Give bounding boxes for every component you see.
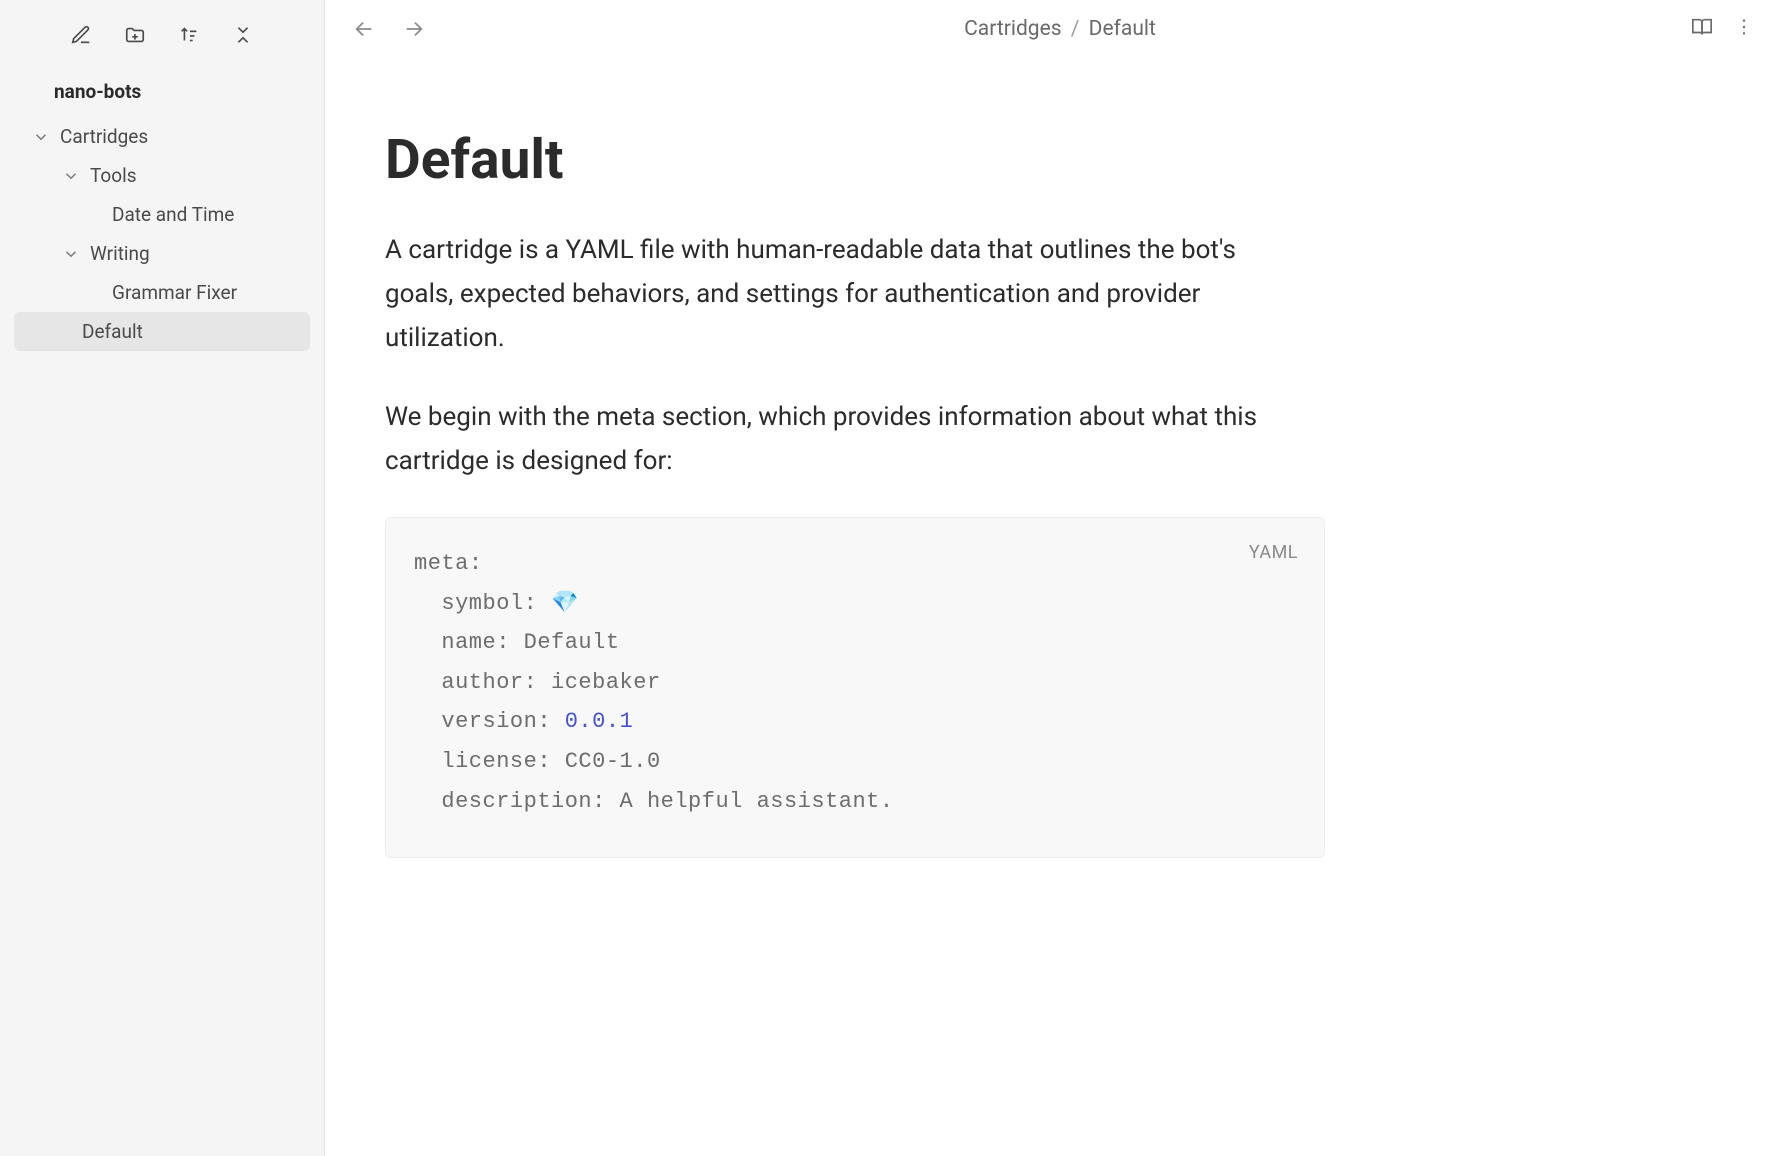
main-header: Cartridges / Default bbox=[325, 0, 1779, 58]
back-button[interactable] bbox=[349, 14, 379, 44]
document-content[interactable]: Default A cartridge is a YAML file with … bbox=[325, 58, 1779, 1156]
breadcrumb[interactable]: Cartridges / Default bbox=[437, 17, 1683, 41]
tree-label: Writing bbox=[90, 242, 150, 265]
code-token: description bbox=[441, 789, 592, 814]
code-token: CC0-1.0 bbox=[565, 749, 661, 774]
code-block: YAML meta: symbol: 💎 name: Default autho… bbox=[385, 517, 1325, 858]
new-note-icon[interactable] bbox=[68, 22, 94, 48]
code-content: meta: symbol: 💎 name: Default author: ic… bbox=[414, 544, 1296, 821]
code-language-label: YAML bbox=[1249, 542, 1298, 563]
page-title: Default bbox=[385, 128, 1719, 192]
code-token: meta bbox=[414, 551, 469, 576]
tree-label: Cartridges bbox=[60, 125, 148, 148]
tree-item-cartridges[interactable]: Cartridges bbox=[14, 117, 310, 156]
code-token: author bbox=[441, 670, 523, 695]
forward-button[interactable] bbox=[399, 14, 429, 44]
code-token: A helpful assistant. bbox=[620, 789, 894, 814]
paragraph: A cartridge is a YAML file with human-re… bbox=[385, 228, 1305, 361]
code-token: symbol bbox=[441, 591, 523, 616]
breadcrumb-current: Default bbox=[1089, 17, 1156, 41]
tree-label: Tools bbox=[90, 164, 137, 187]
tree-label: Default bbox=[82, 320, 143, 343]
code-token: name bbox=[441, 630, 496, 655]
breadcrumb-separator: / bbox=[1071, 17, 1080, 41]
file-tree: Cartridges Tools Date and Time Writing G… bbox=[0, 117, 324, 351]
main: Cartridges / Default Default A cartridge… bbox=[325, 0, 1779, 1156]
sidebar-toolbar bbox=[0, 12, 324, 58]
code-token: version bbox=[441, 709, 537, 734]
more-options-icon[interactable] bbox=[1733, 16, 1755, 42]
tree-item-date-and-time[interactable]: Date and Time bbox=[14, 195, 310, 234]
tree-item-default[interactable]: Default bbox=[14, 312, 310, 351]
new-folder-icon[interactable] bbox=[122, 22, 148, 48]
code-token: 0.0.1 bbox=[565, 709, 634, 734]
tree-item-grammar-fixer[interactable]: Grammar Fixer bbox=[14, 273, 310, 312]
code-token: Default bbox=[524, 630, 620, 655]
code-token: license bbox=[441, 749, 537, 774]
tree-item-tools[interactable]: Tools bbox=[14, 156, 310, 195]
vault-title: nano-bots bbox=[0, 58, 324, 117]
tree-label: Grammar Fixer bbox=[112, 281, 237, 304]
sort-icon[interactable] bbox=[176, 22, 202, 48]
reading-mode-icon[interactable] bbox=[1691, 16, 1713, 42]
code-token: icebaker bbox=[551, 670, 661, 695]
breadcrumb-parent: Cartridges bbox=[964, 17, 1061, 41]
code-token: 💎 bbox=[551, 591, 579, 616]
collapse-icon[interactable] bbox=[230, 22, 256, 48]
chevron-down-icon bbox=[62, 245, 80, 263]
paragraph: We begin with the meta section, which pr… bbox=[385, 395, 1305, 483]
tree-label: Date and Time bbox=[112, 203, 234, 226]
sidebar: nano-bots Cartridges Tools Date and Time… bbox=[0, 0, 325, 1156]
chevron-down-icon bbox=[32, 128, 50, 146]
tree-item-writing[interactable]: Writing bbox=[14, 234, 310, 273]
header-right bbox=[1691, 16, 1755, 42]
chevron-down-icon bbox=[62, 167, 80, 185]
